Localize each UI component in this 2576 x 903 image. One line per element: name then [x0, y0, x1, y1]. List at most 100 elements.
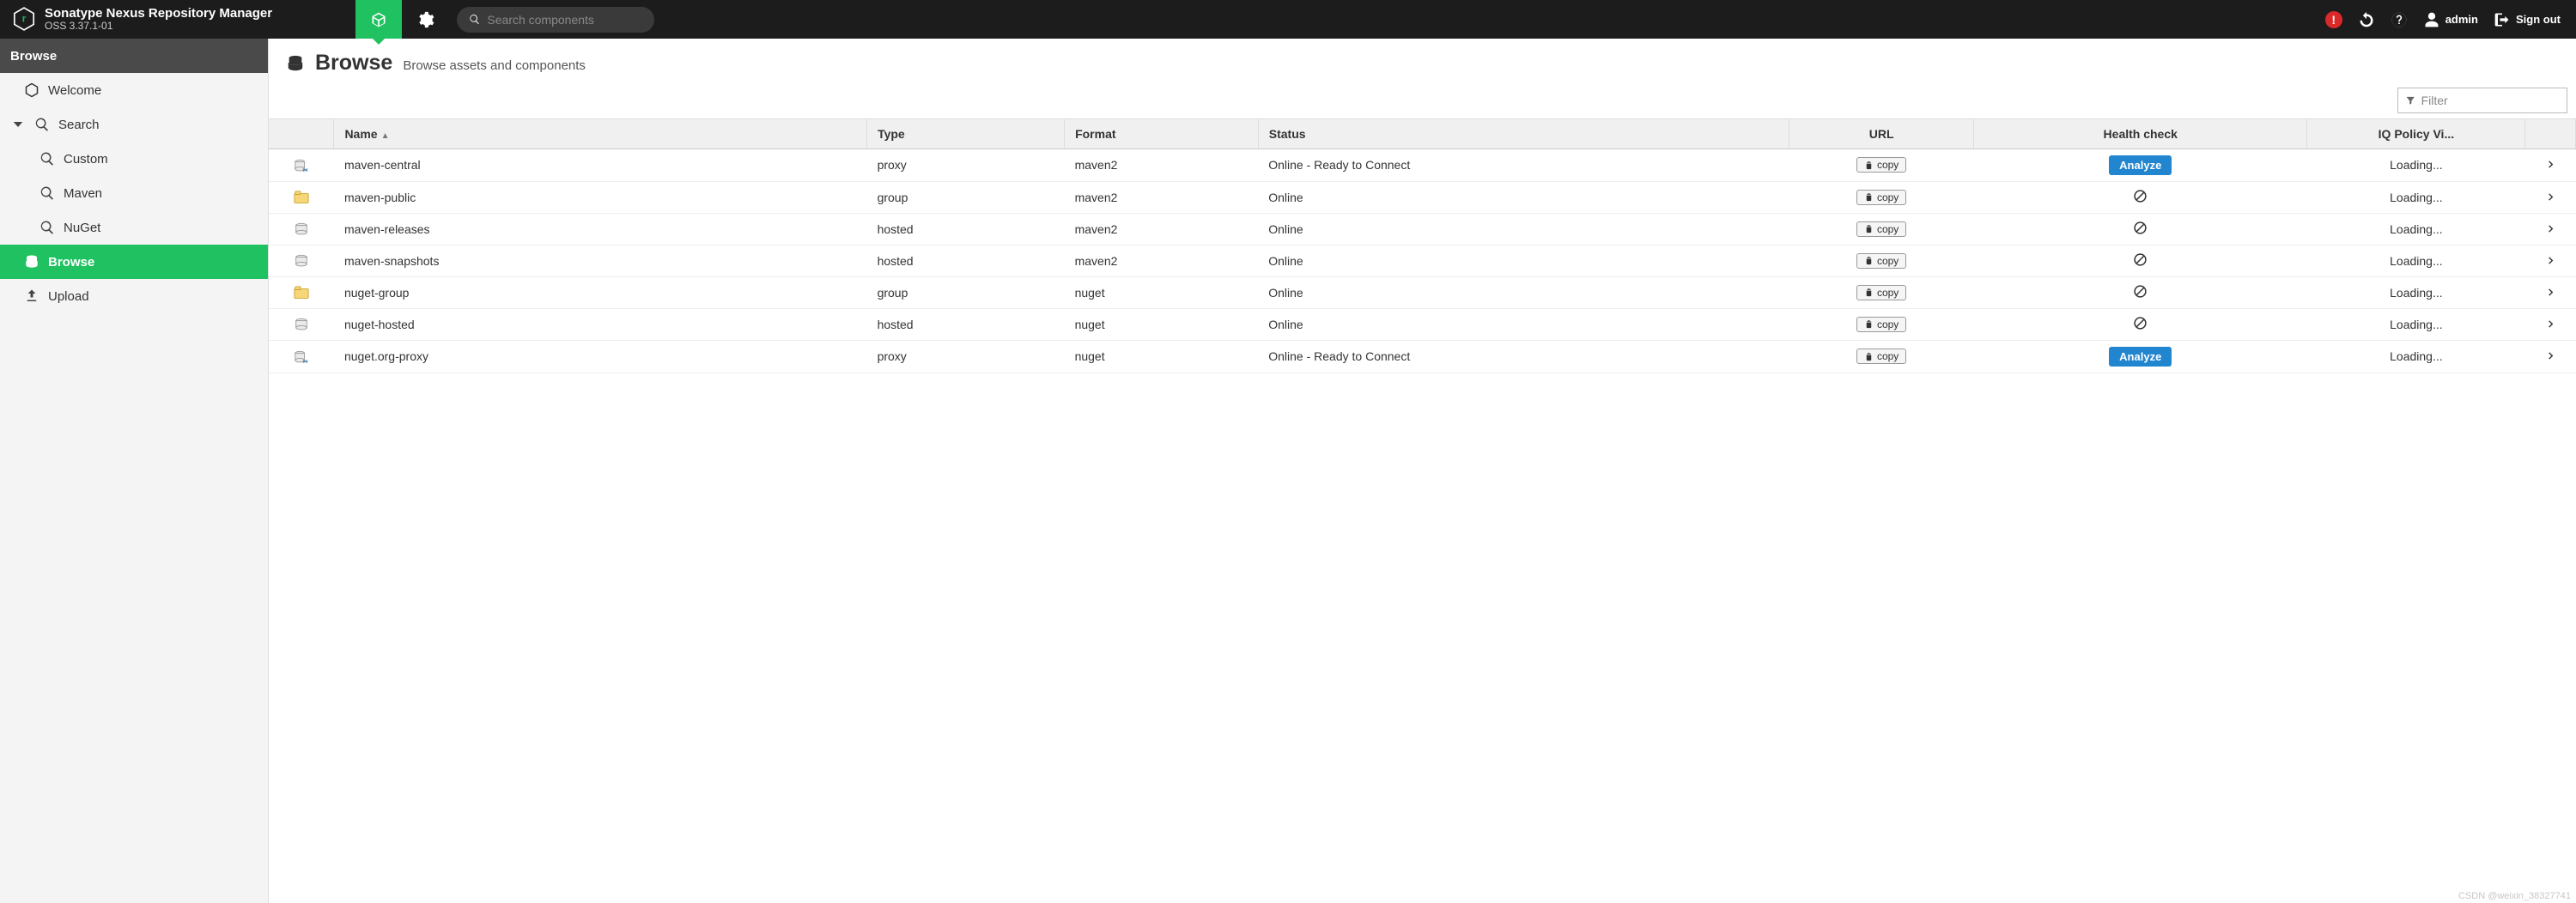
row-expand-button[interactable]	[2546, 318, 2555, 331]
sidebar-item-welcome[interactable]: Welcome	[0, 73, 268, 107]
col-name[interactable]: Name▲	[334, 119, 867, 148]
sidebar-item-maven[interactable]: Maven	[0, 176, 268, 210]
row-expand-button[interactable]	[2546, 286, 2555, 300]
cell-type: proxy	[867, 148, 1065, 181]
cell-iq: Loading...	[2307, 308, 2525, 340]
not-available-icon	[2133, 288, 2148, 301]
refresh-button[interactable]	[2358, 11, 2375, 28]
cell-name: maven-central	[334, 148, 867, 181]
header-right: ! admin Sign out	[2325, 11, 2576, 28]
cell-health: Analyze	[1974, 340, 2307, 373]
sidebar-item-label: Custom	[64, 152, 108, 167]
search-icon	[39, 220, 55, 235]
table-row[interactable]: nuget-groupgroupnugetOnlinecopyLoading..…	[269, 276, 2576, 308]
sidebar-item-nuget[interactable]: NuGet	[0, 210, 268, 245]
cell-name: maven-public	[334, 181, 867, 213]
product-title-block: Sonatype Nexus Repository Manager OSS 3.…	[45, 6, 272, 33]
cube-icon	[370, 11, 387, 28]
cell-name: nuget-hosted	[334, 308, 867, 340]
row-expand-button[interactable]	[2546, 254, 2555, 268]
analyze-button[interactable]: Analyze	[2109, 155, 2172, 175]
row-expand-button[interactable]	[2546, 191, 2555, 204]
repo-type-icon	[294, 159, 309, 173]
filter-icon	[2405, 94, 2416, 106]
row-expand-button[interactable]	[2546, 349, 2555, 363]
sidebar-item-custom[interactable]: Custom	[0, 142, 268, 176]
cell-iq: Loading...	[2307, 340, 2525, 373]
global-search[interactable]	[457, 7, 654, 33]
col-health[interactable]: Health check	[1974, 119, 2307, 148]
cell-format: nuget	[1065, 340, 1259, 373]
cell-type: hosted	[867, 213, 1065, 245]
col-type[interactable]: Type	[867, 119, 1065, 148]
sidebar-item-search[interactable]: Search	[0, 107, 268, 142]
col-status[interactable]: Status	[1258, 119, 1789, 148]
copy-url-button[interactable]: copy	[1856, 157, 1906, 173]
sidebar-item-label: Welcome	[48, 83, 101, 98]
table-row[interactable]: nuget.org-proxyproxynugetOnline - Ready …	[269, 340, 2576, 373]
user-menu[interactable]: admin	[2423, 11, 2478, 28]
cell-health	[1974, 181, 2307, 213]
database-icon	[24, 254, 39, 270]
col-iq[interactable]: IQ Policy Vi...	[2307, 119, 2525, 148]
cell-type: hosted	[867, 308, 1065, 340]
cell-type: group	[867, 181, 1065, 213]
admin-mode-button[interactable]	[402, 0, 448, 39]
copy-url-button[interactable]: copy	[1856, 253, 1906, 269]
cell-format: maven2	[1065, 148, 1259, 181]
repo-type-icon	[294, 318, 309, 331]
table-row[interactable]: nuget-hostedhostednugetOnlinecopyLoading…	[269, 308, 2576, 340]
analyze-button[interactable]: Analyze	[2109, 347, 2172, 367]
clipboard-icon	[1864, 161, 1874, 170]
copy-url-button[interactable]: copy	[1856, 317, 1906, 332]
filter-input[interactable]	[2421, 94, 2560, 107]
username: admin	[2445, 13, 2478, 26]
table-row[interactable]: maven-snapshotshostedmaven2OnlinecopyLoa…	[269, 245, 2576, 276]
signout-button[interactable]: Sign out	[2494, 11, 2561, 28]
cell-status: Online - Ready to Connect	[1258, 340, 1789, 373]
copy-url-button[interactable]: copy	[1856, 285, 1906, 300]
product-logo[interactable]: Sonatype Nexus Repository Manager OSS 3.…	[0, 6, 355, 33]
search-icon	[469, 13, 480, 26]
not-available-icon	[2133, 256, 2148, 270]
cell-health	[1974, 245, 2307, 276]
topbar: Sonatype Nexus Repository Manager OSS 3.…	[0, 0, 2576, 39]
cell-name: maven-snapshots	[334, 245, 867, 276]
table-header-row: Name▲ Type Format Status URL Health chec…	[269, 119, 2576, 148]
repo-type-icon	[294, 191, 309, 204]
col-format[interactable]: Format	[1065, 119, 1259, 148]
help-button[interactable]	[2391, 11, 2408, 28]
global-search-input[interactable]	[487, 13, 642, 27]
row-expand-button[interactable]	[2546, 222, 2555, 236]
database-icon	[286, 54, 305, 73]
not-available-icon	[2133, 224, 2148, 238]
cell-health	[1974, 308, 2307, 340]
cell-status: Online	[1258, 276, 1789, 308]
table-row[interactable]: maven-publicgroupmaven2OnlinecopyLoading…	[269, 181, 2576, 213]
sidebar-item-upload[interactable]: Upload	[0, 279, 268, 313]
not-available-icon	[2133, 319, 2148, 333]
filter-box[interactable]	[2397, 88, 2567, 113]
clipboard-icon	[1864, 224, 1874, 233]
row-expand-button[interactable]	[2546, 158, 2555, 172]
table-row[interactable]: maven-centralproxymaven2Online - Ready t…	[269, 148, 2576, 181]
copy-url-button[interactable]: copy	[1856, 190, 1906, 205]
cell-format: nuget	[1065, 308, 1259, 340]
alerts-button[interactable]: !	[2325, 11, 2342, 28]
cell-status: Online	[1258, 181, 1789, 213]
browse-mode-button[interactable]	[355, 0, 402, 39]
table-row[interactable]: maven-releaseshostedmaven2OnlinecopyLoad…	[269, 213, 2576, 245]
col-url[interactable]: URL	[1789, 119, 1974, 148]
copy-url-button[interactable]: copy	[1856, 221, 1906, 237]
search-icon	[39, 185, 55, 201]
cell-type: hosted	[867, 245, 1065, 276]
copy-url-button[interactable]: copy	[1856, 348, 1906, 364]
help-icon	[2391, 11, 2408, 28]
sidebar: Browse WelcomeSearchCustomMavenNuGetBrow…	[0, 39, 269, 903]
cell-iq: Loading...	[2307, 245, 2525, 276]
cell-iq: Loading...	[2307, 213, 2525, 245]
repo-type-icon	[294, 222, 309, 236]
sidebar-item-label: NuGet	[64, 221, 100, 235]
sidebar-item-browse[interactable]: Browse	[0, 245, 268, 279]
sidebar-item-label: Browse	[48, 255, 94, 270]
